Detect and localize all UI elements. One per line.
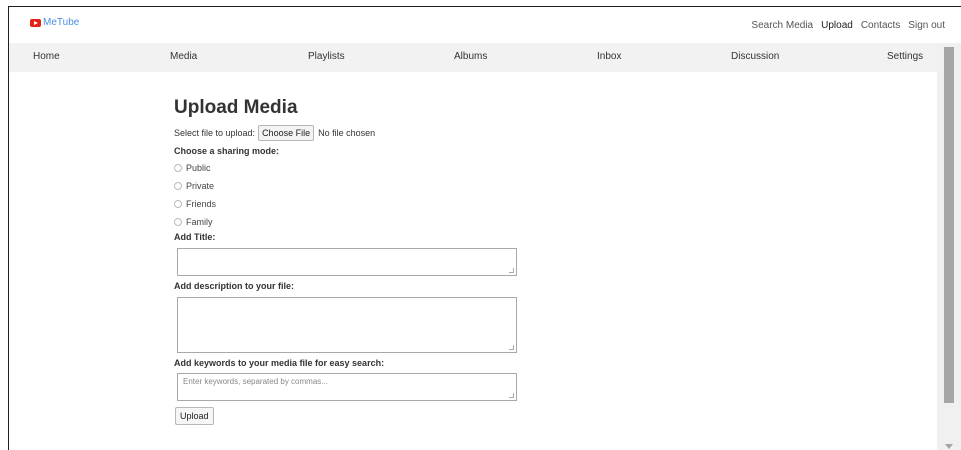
- resize-handle-icon[interactable]: [509, 345, 514, 350]
- upload-form: Upload Media Select file to upload: Choo…: [174, 97, 534, 425]
- brand-name: MeTube: [43, 17, 80, 28]
- radio-circle-icon[interactable]: [174, 218, 182, 226]
- radio-circle-icon[interactable]: [174, 200, 182, 208]
- menu-item-playlists[interactable]: Playlists: [308, 51, 345, 62]
- contacts-link[interactable]: Contacts: [861, 20, 900, 31]
- upload-button[interactable]: Upload: [175, 407, 214, 425]
- sign-out-link[interactable]: Sign out: [908, 20, 945, 31]
- choose-file-button[interactable]: Choose File: [258, 125, 315, 141]
- search-media-link[interactable]: Search Media: [751, 20, 813, 31]
- radio-label: Public: [186, 163, 211, 173]
- radio-circle-icon[interactable]: [174, 164, 182, 172]
- radio-circle-icon[interactable]: [174, 182, 182, 190]
- keywords-textarea[interactable]: Enter keywords, separated by commas...: [177, 373, 517, 401]
- top-links: Search Media Upload Contacts Sign out: [751, 20, 945, 31]
- sharing-mode-label: Choose a sharing mode:: [174, 146, 280, 156]
- title-textarea[interactable]: [177, 248, 517, 276]
- description-textarea[interactable]: [177, 297, 517, 353]
- scroll-down-arrow-icon[interactable]: [945, 444, 953, 449]
- top-navbar: MeTube Search Media Upload Contacts Sign…: [9, 7, 961, 43]
- main-menu: Home Media Playlists Albums Inbox Discus…: [9, 43, 937, 72]
- radio-label: Friends: [186, 199, 217, 209]
- menu-item-settings[interactable]: Settings: [887, 51, 923, 62]
- menu-item-home[interactable]: Home: [33, 51, 60, 62]
- upload-link[interactable]: Upload: [821, 20, 853, 31]
- browser-viewport: MeTube Search Media Upload Contacts Sign…: [8, 6, 961, 450]
- resize-handle-icon[interactable]: [509, 393, 514, 398]
- radio-private[interactable]: Private: [174, 177, 534, 195]
- description-label: Add description to your file:: [174, 281, 295, 291]
- resize-handle-icon[interactable]: [509, 268, 514, 273]
- menu-item-inbox[interactable]: Inbox: [597, 51, 621, 62]
- radio-public[interactable]: Public: [174, 159, 534, 177]
- radio-friends[interactable]: Friends: [174, 195, 534, 213]
- file-status: No file chosen: [318, 128, 376, 138]
- brand-link[interactable]: MeTube: [30, 17, 79, 28]
- page-title: Upload Media: [174, 97, 298, 118]
- menu-item-discussion[interactable]: Discussion: [731, 51, 779, 62]
- title-label: Add Title:: [174, 232, 216, 242]
- file-label: Select file to upload:: [174, 128, 256, 138]
- scroll-thumb[interactable]: [944, 47, 954, 403]
- sharing-mode-group: Public Private Friends Family: [174, 159, 534, 231]
- keywords-label: Add keywords to your media file for easy…: [174, 358, 385, 368]
- file-picker-row: Select file to upload: Choose File No fi…: [174, 125, 534, 141]
- radio-label: Private: [186, 181, 215, 191]
- radio-label: Family: [186, 217, 213, 227]
- vertical-scrollbar[interactable]: [937, 43, 961, 450]
- menu-item-media[interactable]: Media: [170, 51, 197, 62]
- keywords-placeholder: Enter keywords, separated by commas...: [183, 377, 328, 386]
- radio-family[interactable]: Family: [174, 213, 534, 231]
- play-logo-icon: [30, 18, 41, 27]
- menu-item-albums[interactable]: Albums: [454, 51, 487, 62]
